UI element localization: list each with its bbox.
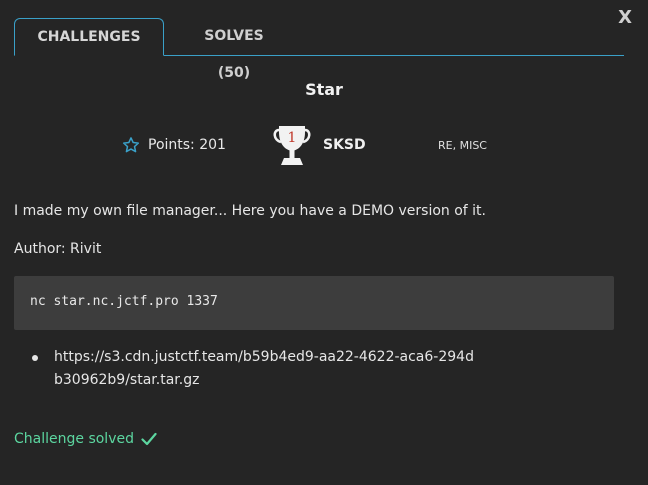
- list-bullet: [32, 355, 38, 361]
- tab-solves[interactable]: SOLVES (50): [189, 18, 279, 81]
- tab-challenges[interactable]: CHALLENGES: [14, 18, 164, 56]
- points-display: Points: 201: [122, 136, 226, 154]
- star-icon: [122, 137, 140, 153]
- checkmark-icon: [141, 432, 157, 446]
- challenge-meta: Points: 201 1 SKSD RE, MISC: [0, 124, 648, 168]
- solved-label: Challenge solved: [14, 431, 134, 447]
- challenge-title: Star: [305, 80, 343, 99]
- trophy-rank: 1: [288, 130, 297, 146]
- file-list: https://s3.cdn.justctf.team/b59b4ed9-aa2…: [32, 346, 474, 392]
- file-download-link[interactable]: https://s3.cdn.justctf.team/b59b4ed9-aa2…: [54, 346, 474, 392]
- challenge-description: I made my own file manager... Here you h…: [14, 203, 487, 219]
- challenge-author: Author: Rivit: [14, 241, 102, 257]
- solved-status: Challenge solved: [14, 431, 157, 447]
- team-name: SKSD: [323, 137, 366, 153]
- tab-bar: CHALLENGES SOLVES (50): [14, 18, 624, 81]
- connection-command: nc star.nc.jctf.pro 1337: [30, 294, 218, 309]
- trophy-icon: 1: [273, 126, 311, 165]
- points-value: Points: 201: [148, 137, 226, 153]
- connection-code-block: nc star.nc.jctf.pro 1337: [14, 276, 614, 330]
- categories: RE, MISC: [438, 139, 487, 152]
